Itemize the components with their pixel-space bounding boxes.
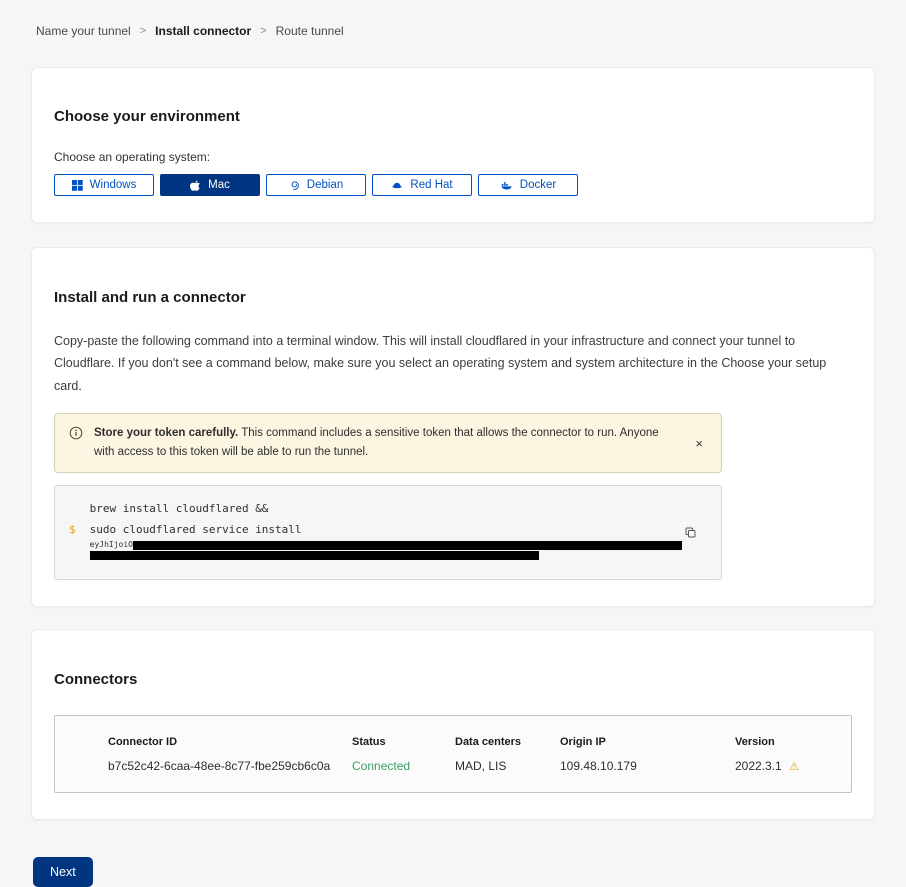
data-centers-value: MAD, LIS xyxy=(455,759,560,773)
column-header-connector-id: Connector ID xyxy=(108,736,352,748)
copy-icon xyxy=(684,527,697,542)
redacted-token-bar xyxy=(90,551,539,560)
warning-text: Store your token carefully. This command… xyxy=(94,424,668,462)
token-prefix: eyJhIjoiO xyxy=(90,540,133,550)
version-value: 2022.3.1 xyxy=(735,759,782,773)
debian-icon xyxy=(289,180,300,191)
version-warning-icon: ⚠ xyxy=(789,761,799,773)
page: Name your tunnel > Install connector > R… xyxy=(0,0,906,887)
os-button-label: Debian xyxy=(307,179,343,191)
os-button-docker[interactable]: Docker xyxy=(478,174,578,196)
os-button-debian[interactable]: Debian xyxy=(266,174,366,196)
next-button[interactable]: Next xyxy=(33,857,93,887)
os-button-label: Red Hat xyxy=(410,179,452,191)
column-header-data-centers: Data centers xyxy=(455,736,560,748)
warning-close-button[interactable]: × xyxy=(691,436,707,451)
os-button-windows[interactable]: Windows xyxy=(54,174,154,196)
status-badge: Connected xyxy=(352,759,455,773)
connectors-card-title: Connectors xyxy=(54,671,852,688)
breadcrumb-name-your-tunnel[interactable]: Name your tunnel xyxy=(36,24,131,38)
terminal-prompt: $ xyxy=(69,519,76,563)
breadcrumb-separator: > xyxy=(140,25,146,37)
os-button-group: Windows Mac Debian Red Hat xyxy=(54,174,852,196)
install-card-title: Install and run a connector xyxy=(54,289,852,306)
connector-id-value: b7c52c42-6caa-48ee-8c77-fbe259cb6c0a xyxy=(108,759,352,773)
breadcrumb: Name your tunnel > Install connector > R… xyxy=(31,0,875,38)
os-button-label: Windows xyxy=(90,179,137,191)
token-line: eyJhIjoiO xyxy=(90,540,682,550)
redacted-token-bar xyxy=(133,541,682,550)
connectors-card: Connectors Connector ID Status Data cent… xyxy=(31,629,875,819)
docker-icon xyxy=(500,180,513,191)
os-button-label: Mac xyxy=(208,179,230,191)
version-cell: 2022.3.1 ⚠ xyxy=(735,759,841,773)
os-select-label: Choose an operating system: xyxy=(54,150,852,164)
origin-ip-value: 109.48.10.179 xyxy=(560,759,735,773)
command-lines: brew install cloudflared && sudo cloudfl… xyxy=(90,498,682,563)
install-description: Copy-paste the following command into a … xyxy=(54,330,852,398)
apple-icon xyxy=(190,179,201,192)
column-header-version: Version xyxy=(735,736,841,748)
choose-environment-card: Choose your environment Choose an operat… xyxy=(31,67,875,223)
breadcrumb-route-tunnel[interactable]: Route tunnel xyxy=(276,24,344,38)
redhat-icon xyxy=(391,180,403,191)
install-connector-card: Install and run a connector Copy-paste t… xyxy=(31,247,875,607)
column-header-origin-ip: Origin IP xyxy=(560,736,735,748)
os-button-redhat[interactable]: Red Hat xyxy=(372,174,472,196)
command-line-1: brew install cloudflared && xyxy=(90,498,682,519)
breadcrumb-install-connector[interactable]: Install connector xyxy=(155,24,251,38)
windows-icon xyxy=(72,180,83,191)
command-line-2: sudo cloudflared service install xyxy=(90,519,682,540)
os-button-label: Docker xyxy=(520,179,556,191)
breadcrumb-separator: > xyxy=(260,25,266,37)
column-header-status: Status xyxy=(352,736,455,748)
token-warning-banner: Store your token carefully. This command… xyxy=(54,413,722,473)
warning-bold-text: Store your token carefully. xyxy=(94,427,238,439)
info-icon xyxy=(69,426,83,447)
install-command-code-block: $ brew install cloudflared && sudo cloud… xyxy=(54,485,722,580)
copy-command-button[interactable] xyxy=(682,524,699,544)
connectors-table: Connector ID Status Data centers Origin … xyxy=(54,715,852,793)
os-button-mac[interactable]: Mac xyxy=(160,174,260,196)
environment-card-title: Choose your environment xyxy=(54,108,852,125)
